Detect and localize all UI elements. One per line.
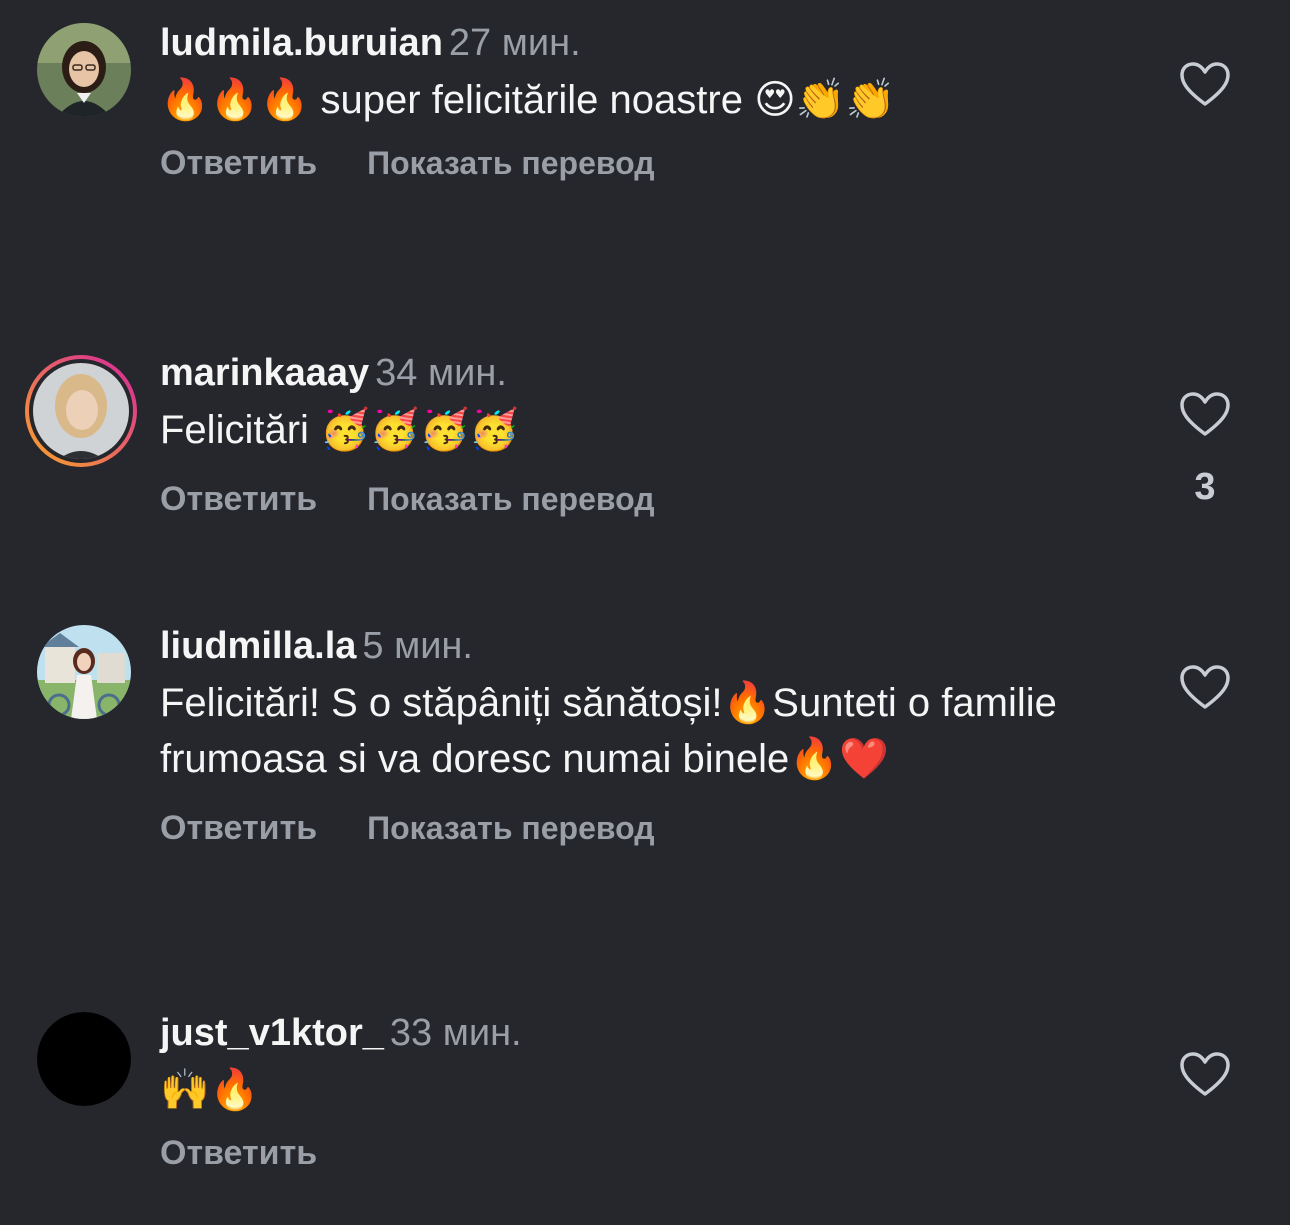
timestamp: 33 мин.	[389, 1012, 522, 1054]
reply-button[interactable]: Ответить	[160, 1134, 317, 1173]
avatar[interactable]	[37, 23, 131, 117]
comment-actions: Ответить	[160, 1134, 1120, 1173]
username-link[interactable]: liudmilla.la	[160, 625, 356, 667]
show-translation-button[interactable]: Показать перевод	[367, 145, 654, 182]
timestamp: 34 мин.	[375, 352, 507, 394]
timestamp: 27 мин.	[448, 22, 581, 64]
comment-actions: Ответить Показать перевод	[160, 144, 1120, 183]
comment-header: liudmilla.la 5 мин.	[160, 623, 1120, 669]
comment-body: ludmila.buruian 27 мин. 🔥🔥🔥 super felicit…	[160, 20, 1120, 183]
heart-outline-icon[interactable]	[1180, 1052, 1230, 1098]
comment-text: 🙌🔥	[160, 1068, 260, 1112]
show-translation-button[interactable]: Показать перевод	[367, 481, 654, 518]
avatar-with-story-ring[interactable]	[22, 352, 140, 470]
comment-header: ludmila.buruian 27 мин.	[160, 20, 1120, 66]
timestamp: 5 мин.	[362, 625, 473, 667]
heart-outline-icon[interactable]	[1180, 62, 1230, 108]
username-link[interactable]: marinkaaay	[160, 352, 369, 394]
comment-text: Felicitări 🥳🥳🥳🥳	[160, 408, 520, 452]
username-link[interactable]: just_v1ktor_	[160, 1012, 384, 1054]
comment-body: just_v1ktor_ 33 мин. 🙌🔥 Ответить	[160, 1010, 1120, 1173]
comment-text: 🔥🔥🔥 super felicitările noastre 😍👏👏	[160, 78, 896, 122]
comment-actions: Ответить Показать перевод	[160, 809, 1120, 848]
avatar[interactable]	[37, 625, 131, 719]
show-translation-button[interactable]: Показать перевод	[367, 810, 654, 847]
reply-button[interactable]: Ответить	[160, 809, 317, 848]
avatar[interactable]	[37, 1012, 131, 1106]
like-count: 3	[1194, 466, 1216, 508]
reply-button[interactable]: Ответить	[160, 480, 317, 519]
comment-actions: Ответить Показать перевод	[160, 480, 1120, 519]
comment-text: Felicitări! S o stăpâniți sănătoși!🔥Sunt…	[160, 681, 1057, 781]
heart-outline-icon[interactable]	[1180, 665, 1230, 711]
reply-button[interactable]: Ответить	[160, 144, 317, 183]
username-link[interactable]: ludmila.buruian	[160, 22, 443, 64]
comment-body: liudmilla.la 5 мин. Felicitări! S o stăpâ…	[160, 623, 1120, 848]
comment-header: just_v1ktor_ 33 мин.	[160, 1010, 1120, 1056]
comment-header: marinkaaay 34 мин.	[160, 350, 1120, 396]
comment-body: marinkaaay 34 мин. Felicitări 🥳🥳🥳🥳 Ответи…	[160, 350, 1120, 519]
heart-outline-icon[interactable]	[1180, 392, 1230, 438]
